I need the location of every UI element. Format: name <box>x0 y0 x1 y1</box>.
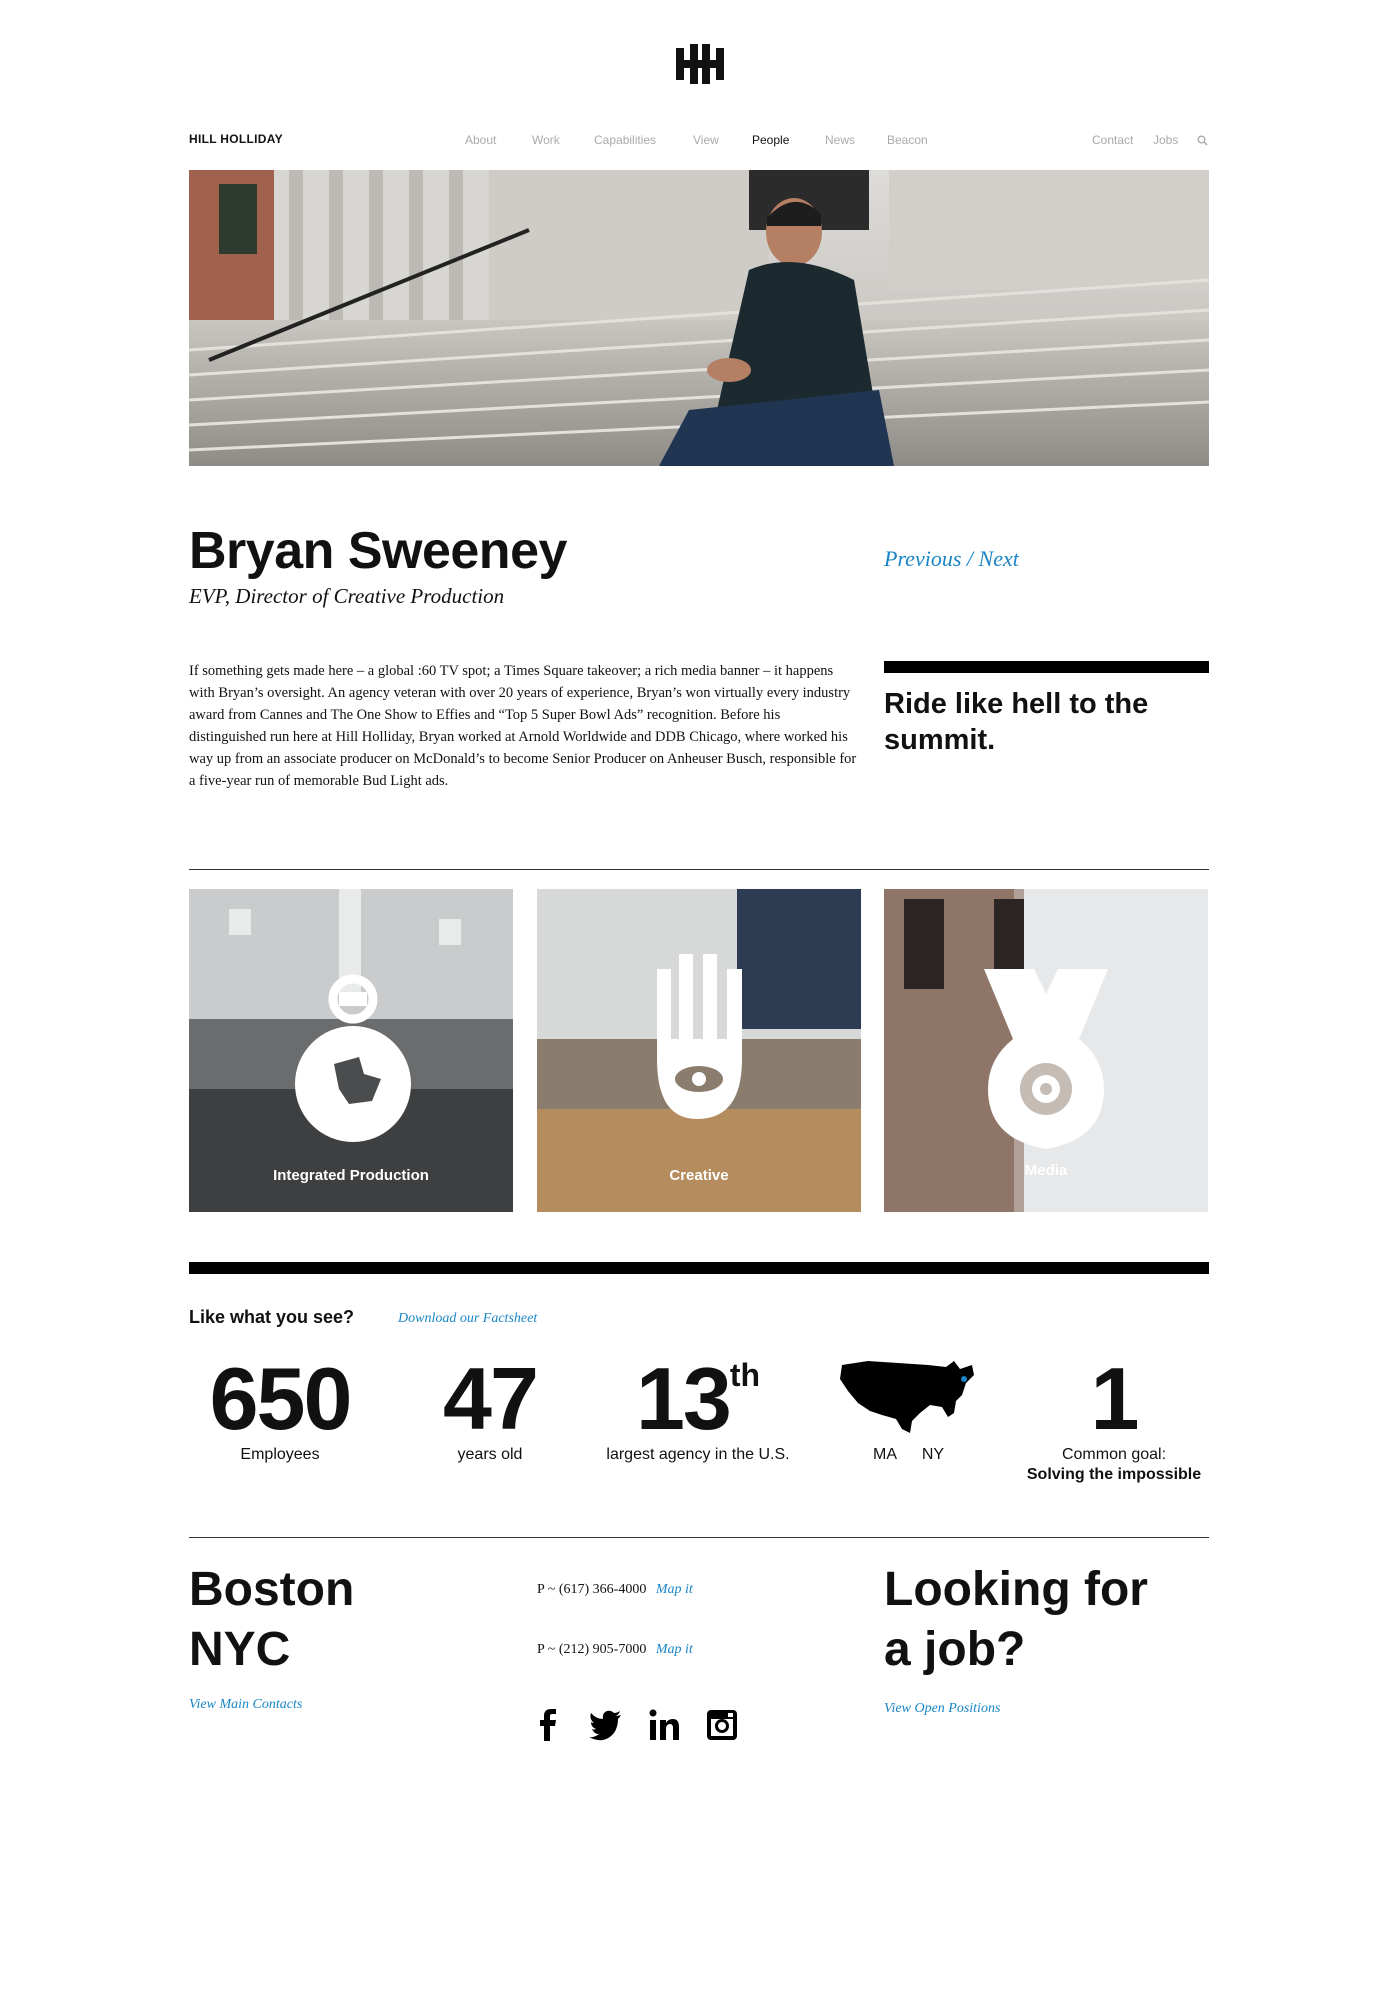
factsheet-download-link[interactable]: Download our Factsheet <box>398 1311 537 1327</box>
map-it-link[interactable]: Map it <box>656 1642 693 1657</box>
job-heading-line1: Looking for <box>884 1563 1148 1616</box>
footer-city-nyc: NYC <box>189 1623 291 1676</box>
profile-name: Bryan Sweeney <box>189 522 567 580</box>
factsheet-heading: Like what you see? <box>189 1307 355 1327</box>
job-heading-line2: a job? <box>884 1623 1026 1676</box>
tile-label: Media <box>1024 1162 1068 1179</box>
view-open-positions-link[interactable]: View Open Positions <box>884 1701 1000 1717</box>
stat-employees-value: 650 <box>209 1349 353 1448</box>
footer-city-boston: Boston <box>189 1563 355 1616</box>
hh-logo[interactable] <box>674 44 726 84</box>
tile-label: Creative <box>669 1167 729 1184</box>
facebook-icon[interactable] <box>530 1707 566 1743</box>
nav-view[interactable]: View <box>693 133 719 147</box>
stat-location-ma: MA <box>873 1446 897 1463</box>
tile-label: Integrated Production <box>273 1167 429 1184</box>
nav-jobs[interactable]: Jobs <box>1153 133 1178 147</box>
nav-work[interactable]: Work <box>532 133 560 147</box>
nav-about[interactable]: About <box>465 133 496 147</box>
stat-employees-caption: Employees <box>240 1446 320 1463</box>
stat-goal-caption-bold: Solving the impossible <box>1026 1466 1202 1483</box>
stat-rank-number: 13 <box>635 1349 732 1448</box>
brand-name[interactable]: HILL HOLLIDAY <box>189 132 283 146</box>
tile-creative[interactable]: Creative <box>537 889 861 1212</box>
profile-pagination: Previous / Next <box>884 546 1019 572</box>
stats-rule <box>189 1262 1209 1274</box>
stat-age-value: 47 <box>443 1349 539 1448</box>
nav-contact[interactable]: Contact <box>1092 133 1133 147</box>
quote-text: Ride like hell to the summit. <box>884 688 1149 756</box>
stat-rank-suffix: th <box>729 1357 761 1393</box>
instagram-icon[interactable] <box>704 1707 740 1743</box>
twitter-icon[interactable] <box>588 1707 624 1743</box>
profile-bio: If something gets made here – a global :… <box>189 663 857 789</box>
stat-rank-caption: largest agency in the U.S. <box>606 1446 790 1463</box>
stat-location-ny: NY <box>921 1446 945 1463</box>
pagination-separator: / <box>966 546 974 571</box>
map-it-link[interactable]: Map it <box>656 1582 693 1597</box>
search-icon[interactable] <box>1197 133 1208 151</box>
phone-boston: P ~ (617) 366-4000 Map it <box>537 1582 693 1598</box>
phone-number: P ~ (212) 905-7000 <box>537 1642 647 1657</box>
profile-title: EVP, Director of Creative Production <box>189 584 505 608</box>
hh-logo-icon <box>676 44 724 84</box>
footer-divider <box>189 1537 1209 1538</box>
usa-map-icon <box>838 1355 978 1437</box>
next-link[interactable]: Next <box>979 546 1019 571</box>
section-divider <box>189 869 1209 870</box>
stat-age-caption: years old <box>457 1446 523 1463</box>
previous-link[interactable]: Previous <box>884 546 961 571</box>
nav-people[interactable]: People <box>752 133 789 147</box>
stat-goal-value: 1 <box>1090 1349 1140 1448</box>
nav-capabilities[interactable]: Capabilities <box>594 133 656 147</box>
creative-hand-eye-icon <box>537 889 861 1212</box>
integrated-production-icon <box>189 889 513 1212</box>
phone-number: P ~ (617) 366-4000 <box>537 1582 647 1597</box>
quote-rule <box>884 661 1209 673</box>
stat-goal-caption: Common goal: <box>1061 1446 1167 1463</box>
nav-news[interactable]: News <box>825 133 855 147</box>
stat-rank-value: 13th <box>598 1355 798 1443</box>
phone-nyc: P ~ (212) 905-7000 Map it <box>537 1642 693 1658</box>
view-main-contacts-link[interactable]: View Main Contacts <box>189 1697 302 1713</box>
linkedin-icon[interactable] <box>646 1707 682 1743</box>
tile-media[interactable]: Media <box>884 889 1208 1212</box>
hero-photo <box>189 170 1209 466</box>
nav-beacon[interactable]: Beacon <box>887 133 928 147</box>
tile-integrated-production[interactable]: Integrated Production <box>189 889 513 1212</box>
